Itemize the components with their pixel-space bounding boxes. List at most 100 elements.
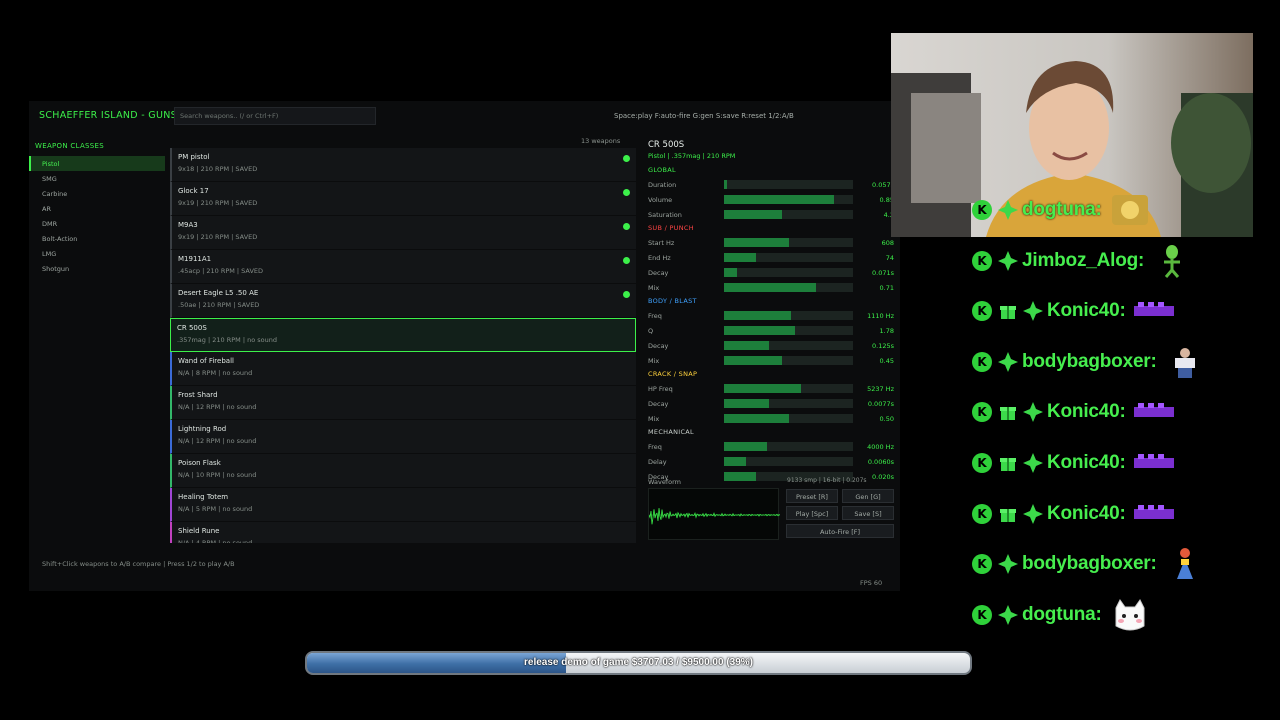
- param-row: Decay 0.0077s: [648, 398, 894, 410]
- weapon-row[interactable]: Frost Shard N/A | 12 RPM | no sound: [170, 386, 636, 420]
- param-slider[interactable]: [724, 414, 853, 423]
- weapon-row[interactable]: Shield Rune N/A | 4 RPM | no sound: [170, 522, 636, 543]
- weapon-class-shotgun[interactable]: Shotgun: [29, 261, 165, 276]
- param-row: Duration 0.057s: [648, 179, 894, 191]
- weapon-row[interactable]: Desert Eagle L5 .50 AE .50ae | 210 RPM | …: [170, 284, 636, 318]
- weapon-name: Healing Totem: [178, 493, 229, 501]
- chat-username: Konic40:: [1047, 502, 1126, 524]
- param-slider-fill: [724, 311, 792, 320]
- diamond-badge-icon: [1023, 453, 1043, 473]
- param-row: Mix 0.71: [648, 282, 894, 294]
- param-slider-fill: [724, 399, 770, 408]
- chat-message: Kdogtuna:: [972, 190, 1152, 230]
- param-slider[interactable]: [724, 399, 853, 408]
- diamond-badge-icon: [1023, 402, 1043, 423]
- weapon-count: 13 weapons: [581, 137, 621, 145]
- saved-indicator-icon: [623, 291, 630, 298]
- saved-indicator-icon: [623, 189, 630, 196]
- kick-badge-icon: K: [972, 301, 992, 322]
- weapon-detail: N/A | 12 RPM | no sound: [178, 403, 257, 411]
- search-input[interactable]: Search weapons.. (/ or Ctrl+F): [174, 107, 376, 125]
- param-slider-fill: [724, 457, 746, 466]
- weapon-detail: .45acp | 210 RPM | SAVED: [178, 267, 264, 275]
- saved-indicator-icon: [623, 257, 630, 264]
- param-slider[interactable]: [724, 356, 853, 365]
- param-label: Q: [648, 327, 654, 335]
- chat-message: K Konic40:: [972, 494, 1176, 534]
- param-label: End Hz: [648, 254, 671, 262]
- weapon-name: Lightning Rod: [178, 425, 227, 433]
- section-heading: CRACK / SNAP: [648, 370, 698, 378]
- param-slider[interactable]: [724, 238, 853, 247]
- weapon-detail: .50ae | 210 RPM | SAVED: [178, 301, 260, 309]
- weapon-row[interactable]: CR 500S .357mag | 210 RPM | no sound: [170, 318, 636, 352]
- weapon-class-carbine[interactable]: Carbine: [29, 186, 165, 201]
- weapon-row[interactable]: Lightning Rod N/A | 12 RPM | no sound: [170, 420, 636, 454]
- param-slider[interactable]: [724, 384, 853, 393]
- param-slider-fill: [724, 268, 737, 277]
- preset-button[interactable]: Preset [R]: [786, 489, 838, 503]
- sound-editor-panel: CR 500S Pistol | .357mag | 210 RPM GLOBA…: [645, 137, 900, 481]
- param-value: 0.125s: [872, 342, 894, 350]
- param-value: 0.071s: [872, 269, 894, 277]
- weapon-class-smg[interactable]: SMG: [29, 171, 165, 186]
- weapon-class-ar[interactable]: AR: [29, 201, 165, 216]
- param-slider[interactable]: [724, 311, 853, 320]
- param-label: HP Freq: [648, 385, 673, 393]
- param-slider[interactable]: [724, 268, 853, 277]
- param-label: Freq: [648, 312, 662, 320]
- param-slider[interactable]: [724, 457, 853, 466]
- save-button[interactable]: Save [S]: [842, 506, 894, 520]
- weapon-class-bolt-action[interactable]: Bolt-Action: [29, 231, 165, 246]
- section-heading: SUB / PUNCH: [648, 224, 694, 232]
- gift-badge-icon: [999, 454, 1017, 472]
- param-slider[interactable]: [724, 253, 853, 262]
- weapon-class-pistol[interactable]: Pistol: [29, 156, 165, 171]
- param-slider[interactable]: [724, 210, 853, 219]
- play-button[interactable]: Play [Spc]: [786, 506, 838, 520]
- person-emote: [1163, 345, 1207, 379]
- auto-fire-button[interactable]: Auto-Fire [F]: [786, 524, 894, 538]
- param-slider[interactable]: [724, 195, 853, 204]
- param-slider[interactable]: [724, 326, 853, 335]
- kick-badge-icon: K: [972, 503, 992, 524]
- weapon-detail: 9x18 | 210 RPM | SAVED: [178, 165, 258, 173]
- weapon-class-list: Pistol SMG Carbine AR DMR Bolt-Action LMG Shotg…: [29, 156, 165, 276]
- chat-username: bodybagboxer:: [1022, 350, 1157, 372]
- diamond-badge-icon: [998, 604, 1018, 625]
- selected-weapon-title: CR 500S: [648, 140, 685, 150]
- chat-username: Konic40:: [1047, 452, 1126, 473]
- cat-emote: [1108, 598, 1152, 632]
- param-slider[interactable]: [724, 283, 853, 292]
- param-slider-fill: [724, 442, 767, 451]
- kick-badge-icon: K: [972, 200, 992, 220]
- section-heading: BODY / BLAST: [648, 297, 697, 305]
- weapon-row[interactable]: M1911A1 .45acp | 210 RPM | SAVED: [170, 250, 636, 284]
- pixel-bar-emote: [1132, 446, 1176, 480]
- weapon-row[interactable]: M9A3 9x19 | 210 RPM | SAVED: [170, 216, 636, 250]
- param-row: Q 1.78: [648, 325, 894, 337]
- param-slider-fill: [724, 356, 783, 365]
- weapon-row[interactable]: Healing Totem N/A | 5 RPM | no sound: [170, 488, 636, 522]
- chat-message: Kbodybagboxer:: [972, 544, 1207, 584]
- param-row: Mix 0.45: [648, 355, 894, 367]
- param-label: Start Hz: [648, 239, 675, 247]
- weapon-row[interactable]: Glock 17 9x19 | 210 RPM | SAVED: [170, 182, 636, 216]
- param-slider[interactable]: [724, 341, 853, 350]
- weapon-row[interactable]: Wand of Fireball N/A | 8 RPM | no sound: [170, 352, 636, 386]
- weapon-class-lmg[interactable]: LMG: [29, 246, 165, 261]
- weapon-row[interactable]: PM pistol 9x18 | 210 RPM | SAVED: [170, 148, 636, 182]
- weapon-list: PM pistol 9x18 | 210 RPM | SAVED Glock 17 9…: [170, 148, 636, 543]
- param-slider-fill: [724, 195, 834, 204]
- param-row: End Hz 74: [648, 252, 894, 264]
- weapon-row[interactable]: Poison Flask N/A | 10 RPM | no sound: [170, 454, 636, 488]
- weapon-class-dmr[interactable]: DMR: [29, 216, 165, 231]
- param-slider[interactable]: [724, 180, 853, 189]
- param-slider[interactable]: [724, 442, 853, 451]
- chat-username: dogtuna:: [1022, 603, 1102, 625]
- param-value: 1110 Hz: [867, 312, 894, 320]
- game-window: SCHAEFFER ISLAND - GUNS Search weapons..…: [29, 101, 900, 591]
- gen-button[interactable]: Gen [G]: [842, 489, 894, 503]
- saved-indicator-icon: [623, 155, 630, 162]
- param-slider-fill: [724, 326, 795, 335]
